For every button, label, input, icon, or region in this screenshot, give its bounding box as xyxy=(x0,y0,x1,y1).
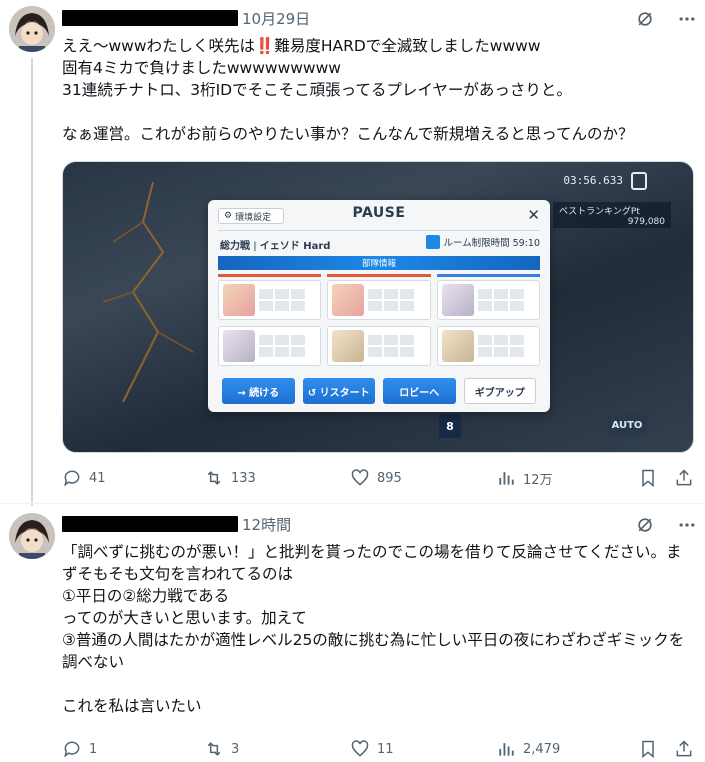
reply-button[interactable]: 41 xyxy=(62,468,106,488)
avatar[interactable] xyxy=(9,513,55,559)
team-grid xyxy=(218,274,540,374)
character-portrait xyxy=(441,284,474,316)
building-icon xyxy=(426,235,441,249)
lobby-button: ロビーへ xyxy=(383,378,456,404)
heart-icon xyxy=(351,740,369,757)
tweet-2[interactable]: 12時間 「調べずに挑むのが悪い！」と批判を貰ったのでこの場を借りて反論させてく… xyxy=(0,504,705,762)
reply-icon xyxy=(64,470,80,487)
views-icon xyxy=(499,472,514,485)
share-icon xyxy=(676,740,692,757)
pause-button xyxy=(631,172,647,190)
retweet-button[interactable]: 133 xyxy=(204,468,256,488)
unit-card xyxy=(436,326,540,366)
grok-icon[interactable] xyxy=(635,9,655,29)
reply-count: 41 xyxy=(89,470,106,486)
tweet-1[interactable]: 10月29日 ええ〜wwwわたしく咲先は‼️難易度HARDで全滅致しましたwww… xyxy=(0,0,705,506)
reply-icon xyxy=(64,741,80,758)
unit-card xyxy=(327,326,431,366)
like-count: 11 xyxy=(377,741,394,757)
unit-card xyxy=(436,280,540,320)
restart-button: ↺ リスタート xyxy=(302,378,375,404)
retweet-icon xyxy=(207,471,221,485)
tweet-text: 「調べずに挑むのが悪い！」と批判を貰ったのでこの場を借りて反論させてください。ま… xyxy=(62,543,685,715)
timestamp[interactable]: 10月29日 xyxy=(242,8,310,29)
team-info-band: 部隊情報 xyxy=(218,256,540,270)
avatar[interactable] xyxy=(9,6,55,52)
share-button[interactable] xyxy=(674,468,694,488)
auto-button: AUTO xyxy=(607,414,647,436)
share-button[interactable] xyxy=(674,739,694,759)
battle-info: 総力戦 | イェソド Hard xyxy=(220,241,331,252)
unit-card xyxy=(218,326,322,366)
character-portrait xyxy=(223,284,255,316)
timestamp[interactable]: 12時間 xyxy=(242,514,291,535)
game-screenshot[interactable]: 03:56.633 ベストランキングPt 979,080 8 AUTO ⚙ 環境… xyxy=(62,161,694,453)
unit-card xyxy=(327,280,431,320)
heart-icon xyxy=(351,469,369,486)
battle-name: イェソド Hard xyxy=(259,241,331,252)
reply-button[interactable]: 1 xyxy=(62,739,97,759)
team-3 xyxy=(436,274,540,374)
close-icon: ✕ xyxy=(527,206,540,224)
retweet-count: 3 xyxy=(231,741,240,757)
battle-type: 総力戦 xyxy=(220,241,250,252)
ranking-label: ベストランキングPt xyxy=(559,207,640,217)
character-portrait xyxy=(332,330,365,362)
character-portrait xyxy=(441,330,474,362)
redacted-username xyxy=(62,516,238,532)
more-icon[interactable] xyxy=(677,515,697,535)
views-icon xyxy=(499,743,514,756)
redacted-username xyxy=(62,10,238,26)
tweet-header: 12時間 xyxy=(62,513,291,535)
views-count: 12万 xyxy=(523,472,553,488)
bookmark-button[interactable] xyxy=(638,739,658,759)
action-bar: 41 133 895 12万 xyxy=(62,467,694,489)
divider xyxy=(218,230,540,231)
character-portrait xyxy=(332,284,365,316)
like-count: 895 xyxy=(377,470,402,486)
pause-dialog: ⚙ 環境設定 PAUSE ✕ 総力戦 | イェソド Hard ルーム制限時間 5… xyxy=(208,200,550,412)
tweet-text: ええ〜wwwわたしく咲先は‼️難易度HARDで全滅致しましたwwww 固有4ミカ… xyxy=(62,37,634,143)
header-icons xyxy=(635,9,697,29)
team-2 xyxy=(327,274,431,374)
unit-card xyxy=(218,280,322,320)
views-button[interactable]: 2,479 xyxy=(496,739,560,759)
reply-count: 1 xyxy=(89,741,98,757)
bookmark-button[interactable] xyxy=(638,468,658,488)
character-portrait xyxy=(223,330,255,362)
retweet-count: 133 xyxy=(231,470,256,486)
thread-line xyxy=(31,58,33,506)
battle-timer: 03:56.633 xyxy=(563,174,623,187)
ranking-panel: ベストランキングPt 979,080 xyxy=(553,202,671,228)
pause-title: PAUSE xyxy=(352,205,406,221)
bookmark-icon xyxy=(642,740,654,759)
tweet-header: 10月29日 xyxy=(62,7,310,29)
header-icons xyxy=(635,515,697,535)
like-button[interactable]: 11 xyxy=(350,739,394,759)
ranking-value: 979,080 xyxy=(627,217,665,227)
share-icon xyxy=(676,469,692,486)
grok-icon[interactable] xyxy=(635,515,655,535)
action-bar: 1 3 11 2,479 xyxy=(62,738,694,760)
dialog-buttons: → 続ける ↺ リスタート ロビーへ ギブアップ xyxy=(222,378,536,404)
room-limit-text: ルーム制限時間 59:10 xyxy=(443,238,540,249)
give-up-button: ギブアップ xyxy=(463,378,536,404)
team-1 xyxy=(218,274,322,374)
bookmark-icon xyxy=(642,469,654,488)
retweet-icon xyxy=(207,742,221,756)
more-icon[interactable] xyxy=(677,9,697,29)
views-count: 2,479 xyxy=(523,741,561,757)
like-button[interactable]: 895 xyxy=(350,468,402,488)
views-button[interactable]: 12万 xyxy=(496,468,553,488)
retweet-button[interactable]: 3 xyxy=(204,739,239,759)
room-limit: ルーム制限時間 59:10 xyxy=(426,234,540,250)
cost-counter: 8 xyxy=(439,414,461,438)
continue-button: → 続ける xyxy=(222,378,295,404)
